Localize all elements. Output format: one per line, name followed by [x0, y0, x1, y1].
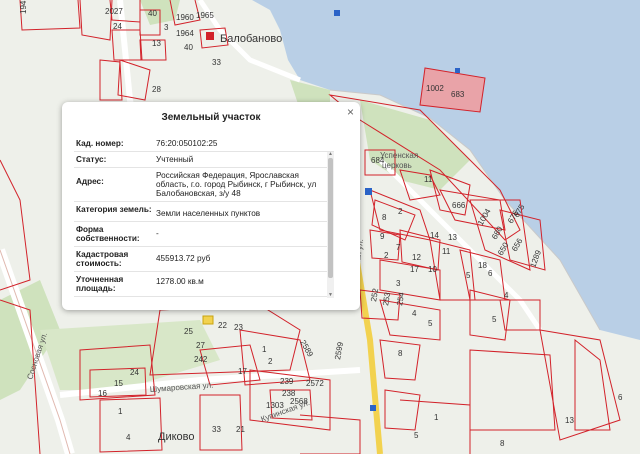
info-value: Земли населенных пунктов [156, 209, 261, 218]
parcel-number: 4 [504, 291, 509, 300]
parcel-number: 11 [424, 175, 433, 184]
scroll-down-arrow-icon[interactable]: ▼ [327, 293, 334, 298]
parcel-number: 8 [382, 213, 387, 222]
info-row-cadastral-value: Кадастровая стоимость: 455913.72 руб [74, 247, 334, 272]
close-icon[interactable]: × [347, 105, 354, 119]
parcel-number: 1 [118, 407, 123, 416]
info-key: Форма собственности: [76, 225, 140, 243]
parcel-number: 2027 [105, 7, 123, 16]
info-row-status: Статус: Учтенный [74, 152, 334, 168]
parcel-number: 7 [396, 243, 401, 252]
parcel-number: 683 [451, 90, 465, 99]
parcel-number: 1 [434, 413, 439, 422]
parcel-number: 5 [466, 271, 471, 280]
info-row-area: Уточненная площадь: 1278.00 кв.м [74, 272, 334, 297]
popup-scrollbar[interactable]: ▲ ▼ [327, 152, 334, 298]
info-row-land-category: Категория земель: Земли населенных пункт… [74, 202, 334, 222]
parcel-number: 10 [428, 265, 437, 274]
info-key: Уточненная площадь: [76, 275, 124, 293]
road-shield-icon [202, 315, 214, 325]
church-marker-icon [206, 32, 214, 40]
parcel-number: 1964 [176, 29, 194, 38]
parcel-number: 40 [148, 9, 157, 18]
parcel-number: 4 [126, 433, 131, 442]
parcel-number: 23 [234, 323, 243, 332]
parcel-number: 40 [184, 43, 193, 52]
parcel-number: 666 [452, 201, 466, 210]
parcel-number: 11 [442, 247, 451, 256]
info-key: Статус: [76, 155, 107, 164]
info-key: Кадастровая стоимость: [76, 250, 129, 268]
parcel-number: 6 [618, 393, 623, 402]
info-value: 76:20:050102:25 [156, 139, 218, 148]
info-key: Кад. номер: [76, 139, 124, 148]
parcel-number: 1941 [19, 0, 28, 14]
parcel-number: 13 [448, 233, 457, 242]
parcel-number: 4 [412, 309, 417, 318]
parcel-number: 25 [184, 327, 193, 336]
parcel-number: 2 [398, 207, 403, 216]
parcel-number: 15 [114, 379, 123, 388]
info-value: 1278.00 кв.м [156, 277, 204, 286]
info-row-address: Адрес: Российская Федерация, Ярославская… [74, 168, 334, 202]
info-value: - [156, 229, 159, 238]
info-row-ownership-form: Форма собственности: - [74, 222, 334, 247]
parcel-number: 22 [218, 321, 227, 330]
info-value: Учтенный [156, 155, 194, 164]
parcel-number: 5 [414, 431, 419, 440]
popup-info-table: Кад. номер: 76:20:050102:25 Статус: Учте… [74, 136, 334, 302]
parcel-info-popup: Земельный участок × Кад. номер: 76:20:05… [62, 102, 360, 310]
parcel-number: 24 [130, 368, 139, 377]
parcel-number: 17 [410, 265, 419, 274]
parcel-number: 8 [500, 439, 505, 448]
parcel-number: 13 [152, 39, 161, 48]
bus-stop-icon [455, 68, 460, 73]
parcel-number: 6 [488, 269, 493, 278]
parcel-number: 18 [478, 261, 487, 270]
place-label-balobanovo: Балобаново [220, 33, 282, 45]
info-key: Категория земель: [76, 205, 152, 214]
parcel-number: 5 [492, 315, 497, 324]
info-value: 455913.72 руб [156, 254, 211, 263]
info-row-cadastral-number: Кад. номер: 76:20:050102:25 [74, 136, 334, 152]
parcel-number: 33 [212, 58, 221, 67]
parcel-number: 2 [268, 357, 273, 366]
parcel-number: 2 [384, 251, 389, 260]
parcel-number: 14 [430, 231, 439, 240]
parcel-number: 9 [380, 232, 385, 241]
parcel-number: 239 [280, 377, 294, 386]
parcel-number: 12 [412, 253, 421, 262]
place-label-dikovo: Диково [158, 431, 195, 443]
parcel-number: 3 [396, 279, 401, 288]
info-value: Российская Федерация, Ярославская област… [156, 171, 317, 198]
parcel-number: 16 [98, 389, 107, 398]
parcel-number: 8 [398, 349, 403, 358]
parcel-number: 28 [152, 85, 161, 94]
scrollbar-thumb[interactable] [328, 158, 333, 278]
parcel-number: 17 [238, 367, 247, 376]
parcel-number: 24 [113, 22, 122, 31]
popup-title: Земельный участок [161, 112, 261, 123]
bus-stop-icon [334, 10, 340, 16]
parcel-number: 3 [164, 23, 169, 32]
parcel-number: 13 [565, 416, 574, 425]
parcel-number: 27 [196, 341, 205, 350]
info-key: Адрес: [76, 177, 104, 186]
parcel-number: 1965 [196, 11, 214, 20]
parcel-number: 33 [212, 425, 221, 434]
bus-stop-icon [365, 188, 372, 195]
parcel-number: 242 [194, 355, 208, 364]
parcel-number: 5 [428, 319, 433, 328]
scroll-up-arrow-icon[interactable]: ▲ [327, 152, 334, 157]
parcel-number: 1960 [176, 13, 194, 22]
bus-stop-icon [370, 405, 376, 411]
parcel-number: 1 [262, 345, 267, 354]
parcel-number: 21 [236, 425, 245, 434]
parcel-number: 2572 [306, 379, 324, 388]
parcel-number: 1002 [426, 84, 444, 93]
